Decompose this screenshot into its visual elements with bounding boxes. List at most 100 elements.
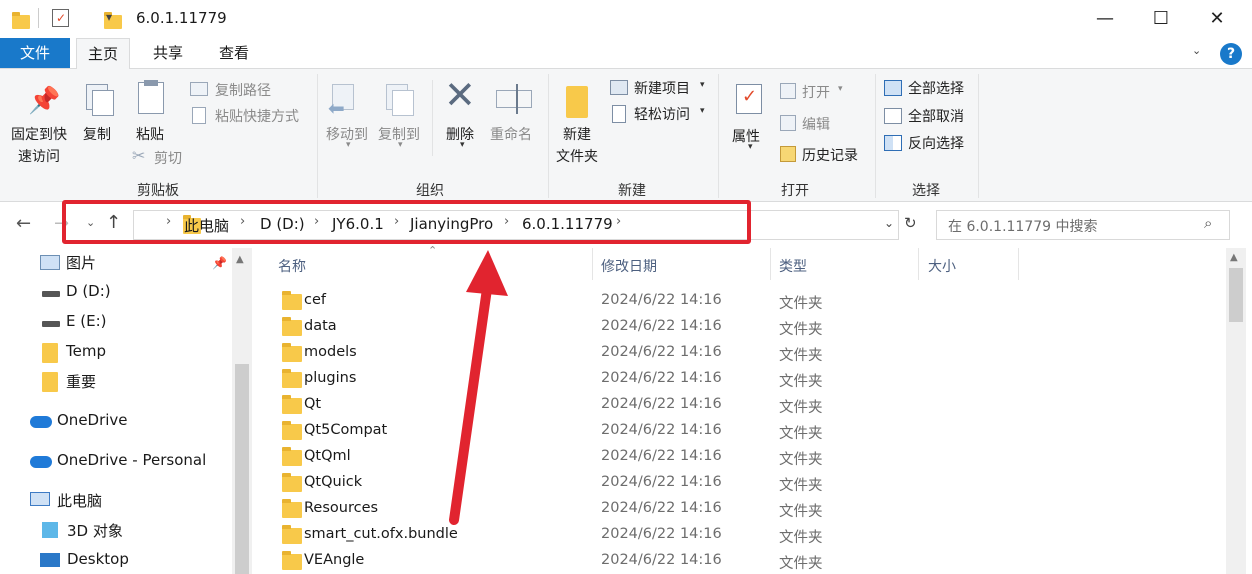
- table-row[interactable]: VEAngle 2024/6/22 14:16 文件夹: [276, 550, 1220, 574]
- folder-icon: [42, 372, 58, 392]
- column-divider[interactable]: [1018, 248, 1019, 280]
- file-date: 2024/6/22 14:16: [601, 292, 722, 308]
- annotation-highlight-box: [62, 200, 751, 244]
- select-group-label: 选择: [912, 183, 940, 199]
- cloud-icon: [30, 456, 52, 468]
- properties-label: 属性: [732, 129, 760, 145]
- file-type: 文件夹: [779, 556, 823, 572]
- history-label: 历史记录: [802, 148, 858, 164]
- collapse-ribbon-icon[interactable]: ⌄: [1192, 44, 1201, 57]
- properties-icon: ✓: [736, 84, 762, 114]
- delete-button[interactable]: ✕ 删除 ▾: [442, 76, 482, 150]
- ribbon-separator: [978, 74, 979, 198]
- file-name: QtQuick: [304, 474, 363, 490]
- table-row[interactable]: models 2024/6/22 14:16 文件夹: [276, 342, 1220, 366]
- drive-icon: [42, 321, 60, 327]
- select-all-label: 全部选择: [908, 81, 964, 97]
- folder-icon: [12, 12, 30, 29]
- nav-scroll-thumb[interactable]: [235, 364, 249, 574]
- tab-view[interactable]: 查看: [206, 38, 262, 68]
- column-divider[interactable]: [770, 248, 771, 280]
- clipboard-group-label: 剪贴板: [137, 183, 179, 199]
- new-folder-label-1: 新建: [563, 127, 591, 143]
- nav-label: OneDrive - Personal: [57, 451, 207, 469]
- table-row[interactable]: Qt 2024/6/22 14:16 文件夹: [276, 394, 1220, 418]
- open-icon: [780, 83, 796, 99]
- column-header-type[interactable]: 类型: [779, 256, 807, 276]
- cloud-icon: [30, 416, 52, 428]
- new-item-icon: [610, 80, 628, 95]
- address-dropdown-icon[interactable]: ⌄: [884, 216, 894, 230]
- folder-icon: [282, 525, 302, 544]
- column-header-size[interactable]: 大小: [928, 256, 956, 276]
- file-name: Qt5Compat: [304, 422, 388, 438]
- file-date: 2024/6/22 14:16: [601, 422, 722, 438]
- folder-icon: [282, 499, 302, 518]
- table-row[interactable]: cef 2024/6/22 14:16 文件夹: [276, 290, 1220, 314]
- copy-to-button[interactable]: 复制到 ▾: [376, 84, 424, 150]
- back-arrow-icon[interactable]: ←: [16, 213, 31, 234]
- folder-icon: [282, 421, 302, 440]
- properties-quick-icon[interactable]: ✓: [52, 9, 69, 27]
- file-name: models: [304, 344, 357, 360]
- folder-icon: [282, 343, 302, 362]
- pictures-icon: [40, 255, 60, 270]
- pin-icon: 📌: [212, 256, 227, 270]
- folder-icon: [282, 317, 302, 336]
- nav-label: Temp: [66, 342, 106, 360]
- table-row[interactable]: data 2024/6/22 14:16 文件夹: [276, 316, 1220, 340]
- edit-icon: [780, 115, 796, 131]
- file-date: 2024/6/22 14:16: [601, 500, 722, 516]
- paste-button[interactable]: 粘贴: [130, 80, 174, 144]
- table-row[interactable]: plugins 2024/6/22 14:16 文件夹: [276, 368, 1220, 392]
- select-none-icon: [884, 108, 902, 124]
- file-date: 2024/6/22 14:16: [601, 448, 722, 464]
- move-to-button[interactable]: ⬅ 移动到 ▾: [324, 84, 372, 150]
- maximize-button[interactable]: ☐: [1138, 0, 1184, 36]
- file-type: 文件夹: [779, 530, 823, 546]
- scroll-thumb[interactable]: [1229, 268, 1243, 322]
- close-button[interactable]: ✕: [1194, 0, 1240, 36]
- properties-button[interactable]: ✓ 属性 ▾: [728, 82, 772, 152]
- table-row[interactable]: QtQml 2024/6/22 14:16 文件夹: [276, 446, 1220, 470]
- pin-quick-access-button[interactable]: 📌 固定到快 速访问: [8, 84, 72, 166]
- file-type: 文件夹: [779, 400, 823, 416]
- column-divider[interactable]: [592, 248, 593, 280]
- quick-access-dropdown-icon[interactable]: ▾: [106, 10, 112, 24]
- edit-label: 编辑: [802, 117, 830, 133]
- table-row[interactable]: Qt5Compat 2024/6/22 14:16 文件夹: [276, 420, 1220, 444]
- scissors-icon: ✂: [132, 146, 146, 165]
- pin-icon: 📌: [28, 86, 61, 116]
- table-row[interactable]: QtQuick 2024/6/22 14:16 文件夹: [276, 472, 1220, 496]
- copy-button[interactable]: 复制: [80, 84, 122, 144]
- copy-path-label: 复制路径: [215, 83, 271, 99]
- delete-x-icon: ✕: [444, 73, 476, 117]
- refresh-icon[interactable]: ↻: [904, 214, 917, 232]
- rename-icon: [496, 90, 532, 108]
- search-placeholder[interactable]: 在 6.0.1.11779 中搜索: [948, 216, 1098, 236]
- rename-button[interactable]: 重命名: [490, 84, 540, 144]
- new-group-label: 新建: [618, 183, 646, 199]
- search-icon[interactable]: ⌕: [1204, 214, 1212, 232]
- column-header-name[interactable]: 名称: [278, 256, 306, 276]
- table-row[interactable]: Resources 2024/6/22 14:16 文件夹: [276, 498, 1220, 522]
- nav-label: OneDrive: [57, 411, 128, 429]
- scroll-up-icon[interactable]: ▲: [1230, 252, 1238, 263]
- select-all-icon: [884, 80, 902, 96]
- nav-scroll-up-icon[interactable]: ▲: [236, 254, 244, 265]
- help-icon[interactable]: ?: [1220, 43, 1242, 65]
- minimize-button[interactable]: —: [1082, 0, 1128, 36]
- easy-access-icon: [612, 105, 626, 123]
- divider: [38, 8, 39, 28]
- tab-file[interactable]: 文件: [0, 38, 70, 68]
- file-type: 文件夹: [779, 426, 823, 442]
- new-folder-button[interactable]: 新建 文件夹: [554, 82, 604, 165]
- tab-share[interactable]: 共享: [140, 38, 196, 68]
- file-type: 文件夹: [779, 504, 823, 520]
- table-row[interactable]: smart_cut.ofx.bundle 2024/6/22 14:16 文件夹: [276, 524, 1220, 548]
- tab-home[interactable]: 主页: [76, 38, 130, 69]
- column-header-date[interactable]: 修改日期: [601, 256, 657, 276]
- folder-icon: [282, 473, 302, 492]
- column-divider[interactable]: [918, 248, 919, 280]
- cut-label: 剪切: [154, 151, 182, 167]
